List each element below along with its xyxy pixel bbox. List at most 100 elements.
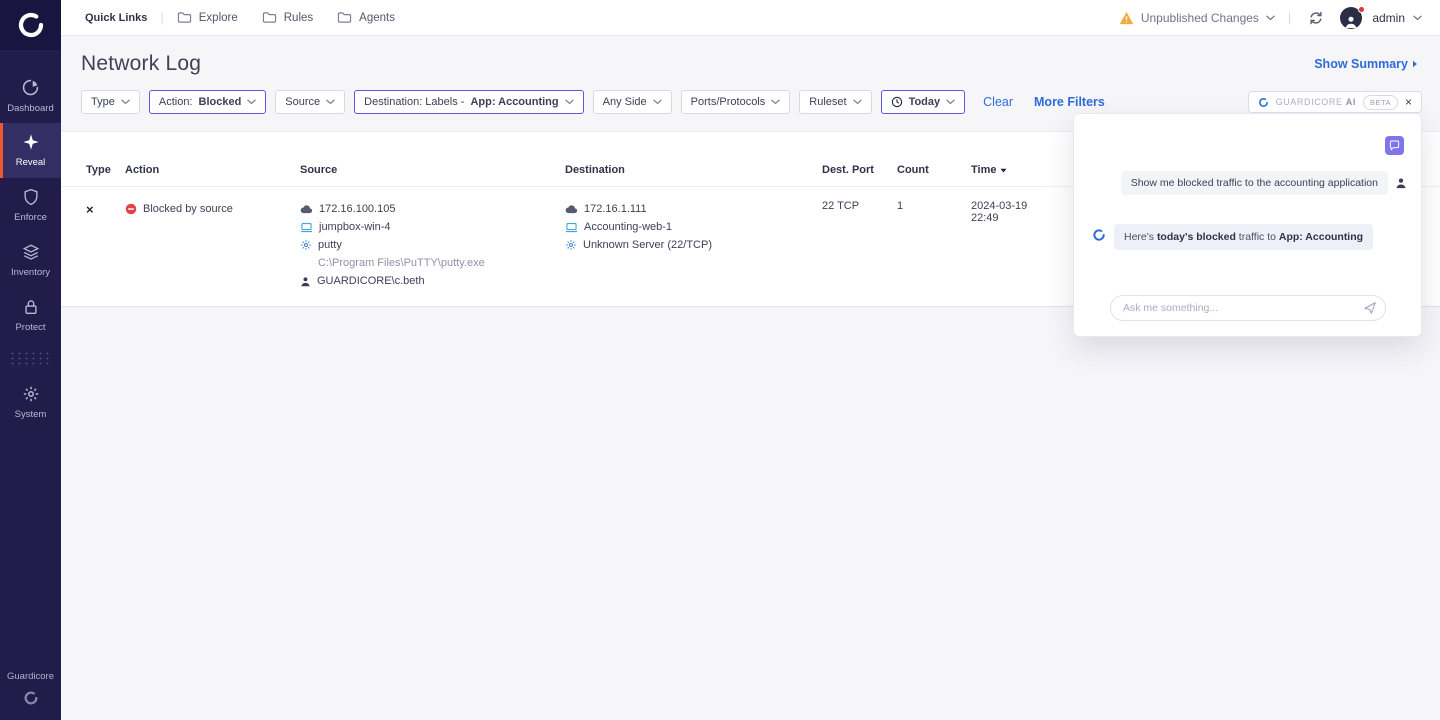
notification-dot	[1358, 6, 1365, 13]
chevron-down-icon	[1266, 15, 1275, 21]
page-title: Network Log	[81, 52, 201, 76]
sidebar-item-enforce[interactable]: Enforce	[0, 178, 61, 233]
more-filters-link[interactable]: More Filters	[1034, 95, 1105, 109]
source-ip: 172.16.100.105	[319, 203, 395, 215]
chevron-down-icon	[853, 99, 862, 105]
ai-logo-icon	[1092, 228, 1106, 242]
show-summary-link[interactable]: Show Summary	[1314, 57, 1418, 71]
shield-icon	[22, 188, 40, 206]
avatar[interactable]	[1340, 7, 1362, 29]
source-username: GUARDICORE\c.beth	[317, 275, 425, 287]
close-icon[interactable]: ×	[1405, 96, 1412, 108]
unpublished-changes-dropdown[interactable]: Unpublished Changes	[1119, 11, 1275, 25]
source-process: putty	[318, 239, 342, 251]
clear-filters-link[interactable]: Clear	[983, 95, 1013, 109]
user-message-row: Show me blocked traffic to the accountin…	[1094, 171, 1407, 195]
destination-hostname: Accounting-web-1	[584, 221, 672, 233]
topbar-link-explore[interactable]: Explore	[177, 11, 238, 24]
column-header-dest-port[interactable]: Dest. Port	[822, 164, 897, 176]
destination-service: Unknown Server (22/TCP)	[583, 239, 712, 251]
filter-ruleset[interactable]: Ruleset	[799, 90, 871, 114]
topbar-link-label: Explore	[199, 12, 238, 24]
send-icon[interactable]	[1363, 301, 1377, 315]
warning-icon	[1119, 11, 1134, 25]
sidebar-item-label: Protect	[15, 322, 45, 333]
process-gear-icon	[300, 239, 312, 251]
ask-input[interactable]	[1110, 295, 1386, 321]
arrow-right-icon	[1412, 60, 1418, 68]
action-cell: Blocked by source	[125, 200, 300, 218]
quick-links-label: Quick Links	[85, 12, 147, 24]
source-hostname: jumpbox-win-4	[319, 221, 391, 233]
refresh-icon[interactable]	[1308, 10, 1324, 26]
column-header-destination[interactable]: Destination	[565, 164, 822, 176]
explore-folder-icon	[177, 11, 192, 24]
sidebar: Dashboard Reveal Enforce Inventory Prote…	[0, 0, 61, 720]
sidebar-item-label: Dashboard	[7, 103, 53, 114]
cloud-icon	[300, 204, 313, 214]
topbar-link-rules[interactable]: Rules	[262, 11, 313, 24]
column-header-action[interactable]: Action	[125, 164, 300, 176]
user-icon	[300, 276, 311, 287]
filter-any-side[interactable]: Any Side	[593, 90, 672, 114]
show-summary-label: Show Summary	[1314, 57, 1408, 71]
column-header-type[interactable]: Type	[86, 164, 125, 176]
rules-folder-icon	[262, 11, 277, 24]
unpublished-changes-label: Unpublished Changes	[1141, 11, 1259, 25]
sidebar-brand: Guardicore	[0, 671, 61, 706]
type-blocked-x-icon: ×	[86, 203, 94, 216]
topbar-link-agents[interactable]: Agents	[337, 11, 395, 24]
sidebar-nav: Dashboard Reveal Enforce Inventory Prote…	[0, 68, 61, 430]
action-label: Blocked by source	[143, 203, 233, 215]
cloud-icon	[565, 204, 578, 214]
guardicore-footer-icon	[23, 690, 39, 706]
user-menu[interactable]: admin	[1372, 11, 1422, 25]
column-header-source[interactable]: Source	[300, 164, 565, 176]
type-cell: ×	[86, 200, 125, 218]
chevron-down-icon	[247, 99, 256, 105]
divider: |	[160, 10, 163, 25]
count-cell: 1	[897, 200, 971, 218]
ai-message-bubble: Here's today's blocked traffic to App: A…	[1114, 224, 1373, 250]
guardicore-ai-label: GUARDICORE AI	[1276, 97, 1356, 107]
sidebar-item-dashboard[interactable]: Dashboard	[0, 68, 61, 123]
source-process-path: C:\Program Files\PuTTY\putty.exe	[300, 254, 565, 272]
chat-bubble-icon[interactable]	[1385, 136, 1404, 155]
filter-action[interactable]: Action: Blocked	[149, 90, 266, 114]
dest-port-value: 22 TCP	[822, 200, 859, 212]
sidebar-item-label: Reveal	[16, 157, 46, 168]
blocked-icon	[125, 203, 137, 215]
lock-icon	[22, 298, 40, 316]
filter-destination[interactable]: Destination: Labels - App: Accounting	[354, 90, 583, 114]
filter-ports-protocols[interactable]: Ports/Protocols	[681, 90, 791, 114]
guardicore-logo[interactable]	[0, 0, 61, 50]
beta-badge: BETA	[1363, 95, 1398, 110]
chevron-down-icon	[565, 99, 574, 105]
chevron-down-icon	[1413, 15, 1422, 21]
filter-source[interactable]: Source	[275, 90, 345, 114]
chevron-down-icon	[326, 99, 335, 105]
sidebar-item-system[interactable]: System	[0, 375, 61, 430]
layers-icon	[22, 243, 40, 261]
ask-input-row	[1110, 295, 1386, 321]
guardicore-ai-toggle[interactable]: GUARDICORE AI BETA ×	[1248, 91, 1422, 113]
filter-type[interactable]: Type	[81, 90, 140, 114]
source-cell: 172.16.100.105 jumpbox-win-4 putty C:\Pr…	[300, 200, 565, 290]
sidebar-item-inventory[interactable]: Inventory	[0, 233, 61, 288]
sidebar-item-label: System	[15, 409, 47, 420]
clock-icon	[891, 96, 903, 108]
guardicore-ai-logo-icon	[1258, 97, 1269, 108]
guardicore-logo-icon	[16, 10, 46, 40]
column-header-count[interactable]: Count	[897, 164, 971, 176]
sidebar-item-reveal[interactable]: Reveal	[0, 123, 61, 178]
filter-time-today[interactable]: Today	[881, 90, 966, 114]
topbar-link-label: Rules	[284, 12, 313, 24]
sidebar-item-protect[interactable]: Protect	[0, 288, 61, 343]
gear-icon	[22, 385, 40, 403]
chevron-down-icon	[771, 99, 780, 105]
count-value: 1	[897, 200, 903, 212]
monitor-icon	[565, 222, 578, 233]
sidebar-brand-label: Guardicore	[7, 671, 54, 682]
user-message-bubble: Show me blocked traffic to the accountin…	[1121, 171, 1388, 195]
sidebar-item-label: Enforce	[14, 212, 47, 223]
